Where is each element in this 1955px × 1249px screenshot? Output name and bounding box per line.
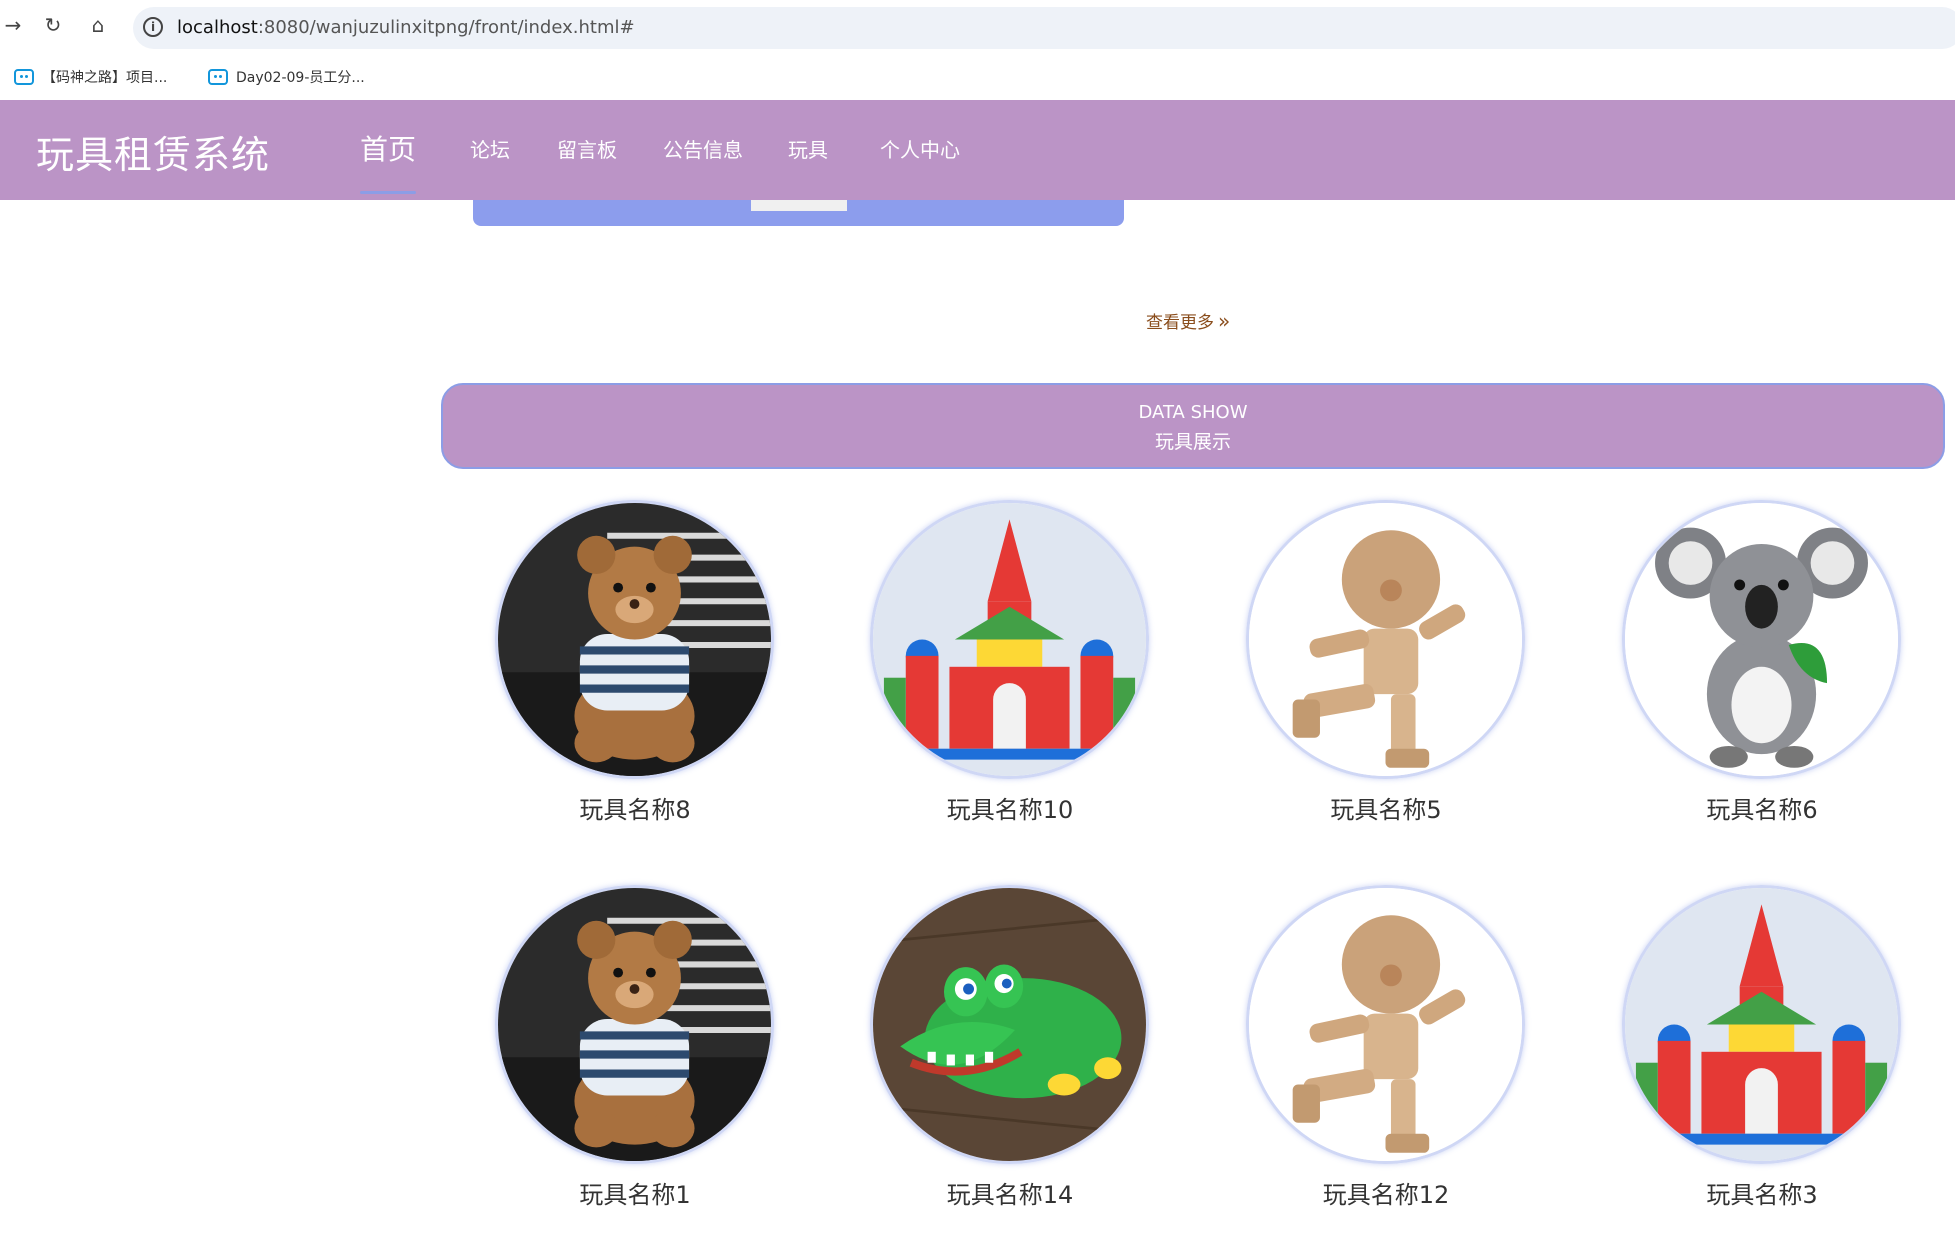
nav-item-forum[interactable]: 论坛 <box>470 100 510 200</box>
product-name[interactable]: 玩具名称8 <box>480 790 790 825</box>
product-card[interactable]: 玩具名称14 <box>855 885 1155 1235</box>
view-more-link[interactable]: 查看更多» <box>1146 308 1230 333</box>
product-image[interactable] <box>495 500 774 779</box>
nav-item-messages[interactable]: 留言板 <box>557 100 617 200</box>
forward-icon[interactable]: → <box>0 12 26 38</box>
nav-item-notices[interactable]: 公告信息 <box>663 100 743 200</box>
app-header: 玩具租赁系统 首页 论坛 留言板 公告信息 玩具 个人中心 <box>0 100 1955 200</box>
product-name[interactable]: 玩具名称10 <box>855 790 1165 825</box>
product-card[interactable]: 玩具名称1 <box>480 885 780 1235</box>
product-card[interactable]: 玩具名称5 <box>1231 500 1531 850</box>
product-card[interactable]: 玩具名称8 <box>480 500 780 850</box>
address-bar[interactable]: i localhost:8080/wanjuzulinxitpng/front/… <box>133 7 1955 49</box>
product-card[interactable]: 玩具名称10 <box>855 500 1155 850</box>
product-name[interactable]: 玩具名称6 <box>1607 790 1917 825</box>
section-title-banner: DATA SHOW 玩具展示 <box>441 383 1945 469</box>
product-image[interactable] <box>1246 500 1525 779</box>
bookmark-label: Day02-09-员工分... <box>236 70 365 86</box>
browser-toolbar: → ↻ ⌂ i localhost:8080/wanjuzulinxitpng/… <box>0 0 1955 55</box>
bookmark-label: 【码神之路】项目... <box>42 70 168 86</box>
section-title-zh: 玩具展示 <box>1154 431 1231 453</box>
product-card[interactable]: 玩具名称3 <box>1607 885 1907 1235</box>
product-name[interactable]: 玩具名称3 <box>1607 1175 1917 1210</box>
nav-item-profile[interactable]: 个人中心 <box>880 100 960 200</box>
url-text[interactable]: localhost:8080/wanjuzulinxitpng/front/in… <box>177 17 635 38</box>
product-name[interactable]: 玩具名称1 <box>480 1175 790 1210</box>
site-info-icon[interactable]: i <box>143 17 163 37</box>
url-path: :8080/wanjuzulinxitpng/front/index.html# <box>257 17 635 38</box>
previous-section-element <box>751 200 847 211</box>
url-host: localhost <box>177 17 258 38</box>
bilibili-icon <box>208 69 228 85</box>
product-name[interactable]: 玩具名称12 <box>1231 1175 1541 1210</box>
product-image[interactable] <box>1622 885 1901 1164</box>
product-image[interactable] <box>1246 885 1525 1164</box>
bilibili-icon <box>14 69 34 85</box>
product-image[interactable] <box>1622 500 1901 779</box>
bookmark-item[interactable]: Day02-09-员工分... <box>208 65 365 89</box>
bookmarks-bar: 【码神之路】项目... Day02-09-员工分... <box>0 58 1955 96</box>
reload-icon[interactable]: ↻ <box>40 12 66 38</box>
product-image[interactable] <box>870 500 1149 779</box>
product-name[interactable]: 玩具名称14 <box>855 1175 1165 1210</box>
view-more-label: 查看更多 <box>1146 313 1214 333</box>
previous-section-panel <box>473 200 1124 226</box>
nav-item-home[interactable]: 首页 <box>360 100 417 200</box>
browser-chrome: → ↻ ⌂ i localhost:8080/wanjuzulinxitpng/… <box>0 0 1955 100</box>
product-name[interactable]: 玩具名称5 <box>1231 790 1541 825</box>
bookmark-item[interactable]: 【码神之路】项目... <box>14 65 167 89</box>
nav-item-toys[interactable]: 玩具 <box>788 100 828 200</box>
double-chevron-right-icon: » <box>1218 309 1231 333</box>
product-card[interactable]: 玩具名称12 <box>1231 885 1531 1235</box>
home-icon[interactable]: ⌂ <box>85 12 111 38</box>
section-title-en: DATA SHOW <box>1138 402 1248 423</box>
site-logo[interactable]: 玩具租赁系统 <box>36 124 270 179</box>
product-card[interactable]: 玩具名称6 <box>1607 500 1907 850</box>
product-image[interactable] <box>870 885 1149 1164</box>
product-image[interactable] <box>495 885 774 1164</box>
